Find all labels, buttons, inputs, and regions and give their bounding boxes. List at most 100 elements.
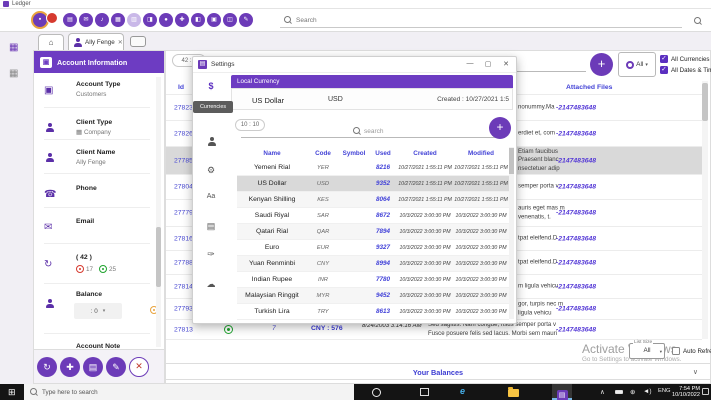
currency-used[interactable]: 9452 xyxy=(369,292,397,299)
currency-used[interactable]: 8994 xyxy=(369,260,397,267)
created-column-header[interactable]: Created xyxy=(397,150,453,157)
attached-files-column-header[interactable]: Attached Files xyxy=(566,84,612,91)
currency-row[interactable]: US Dollar USD 9352 10/27/2021 1:55:11 PM 10/… xyxy=(237,176,509,192)
balance-dropdown[interactable]: : 0 ▾ xyxy=(74,303,122,319)
toolbar-button[interactable]: ▦ xyxy=(111,13,125,27)
nav-search-icon[interactable]: ▦ xyxy=(9,68,18,79)
currency-used[interactable]: 7894 xyxy=(369,228,397,235)
chevron-down-icon[interactable]: ∨ xyxy=(693,368,698,376)
add-record-button[interactable]: + xyxy=(590,53,613,76)
toolbar-button[interactable]: ◨ xyxy=(143,13,157,27)
taskbar-search[interactable]: Type here to search xyxy=(24,384,354,400)
currency-filter-dropdown[interactable]: All ▾ xyxy=(618,52,656,77)
global-search-input[interactable] xyxy=(296,16,666,24)
close-button[interactable]: ✕ xyxy=(129,356,149,377)
upvote-count: 25 xyxy=(109,265,117,273)
currency-row[interactable]: Yuan Renminbi CNY 8994 10/3/2022 3:00:30 PM… xyxy=(237,256,509,272)
battery-icon[interactable] xyxy=(615,390,623,394)
users-nav-icon[interactable] xyxy=(207,137,216,146)
currency-used[interactable]: 9352 xyxy=(369,180,397,187)
modified-column-header[interactable]: Modified xyxy=(453,150,509,157)
toolbar-button[interactable]: ◧ xyxy=(191,13,205,27)
id-column-header[interactable]: Id xyxy=(178,84,184,91)
symbol-column-header[interactable]: Symbol xyxy=(339,150,369,157)
cloud-nav-icon[interactable]: ☁ xyxy=(193,279,229,290)
tray-expand-icon[interactable]: ∧ xyxy=(600,388,605,396)
notification-center-icon[interactable] xyxy=(702,388,709,395)
used-column-header[interactable]: Used xyxy=(369,150,397,157)
ledger-app-taskbar-icon[interactable]: ▤ xyxy=(552,384,572,400)
volume-icon[interactable]: ◄) xyxy=(643,388,652,395)
currency-row[interactable]: Turkish Lira TRY 8613 10/3/2022 3:00:30 PM 1… xyxy=(237,304,509,320)
your-balances-bar[interactable]: Your Balances ∨ xyxy=(166,363,710,380)
currency-modified: 10/3/2022 3:00:30 PM xyxy=(455,276,507,283)
field-value-text: Company xyxy=(83,129,111,136)
toolbar-button[interactable]: ♪ xyxy=(95,13,109,27)
panel-scrollbar[interactable] xyxy=(156,77,161,347)
records-scrollbar[interactable] xyxy=(702,81,708,339)
all-dates-checkbox[interactable]: ✓ xyxy=(660,66,668,74)
currency-row[interactable]: Yemeni Rial YER 8216 10/27/2021 1:55:11 PM 1… xyxy=(237,160,509,176)
local-currency-name: US Dollar xyxy=(252,96,285,105)
all-currencies-checkbox[interactable]: ✓ xyxy=(660,55,668,63)
currency-row[interactable]: Kenyan Shilling KES 8064 10/27/2021 1:55:11… xyxy=(237,192,509,208)
toolbar-button[interactable]: ▥ xyxy=(127,13,141,27)
edge-browser-icon[interactable]: e xyxy=(460,386,465,396)
currency-search[interactable]: search xyxy=(353,127,384,135)
currency-row[interactable]: Euro EUR 9327 10/3/2022 3:00:30 PM 10/3/2022… xyxy=(237,240,509,256)
add-currency-button[interactable]: + xyxy=(489,117,511,139)
toolbar-button[interactable]: ● xyxy=(159,13,173,27)
delete-button[interactable]: ▤ xyxy=(83,356,103,377)
edit-button[interactable]: ✎ xyxy=(106,356,126,377)
auto-refresh-checkbox[interactable]: ✓ xyxy=(672,347,680,355)
dialog-close-button[interactable]: ✕ xyxy=(500,60,512,68)
scrollbar-thumb[interactable] xyxy=(702,83,708,121)
currency-row[interactable]: Indian Rupee INR 7780 10/3/2022 3:00:30 PM 1… xyxy=(237,272,509,288)
document-nav-icon[interactable]: ▤ xyxy=(193,221,229,232)
new-tab-button[interactable] xyxy=(130,36,146,47)
cortana-icon[interactable] xyxy=(372,388,381,397)
currency-used[interactable]: 8216 xyxy=(369,164,397,171)
refresh-button[interactable]: ↻ xyxy=(37,356,57,377)
toolbar-button[interactable]: ✚ xyxy=(175,13,189,27)
alert-badge-icon[interactable] xyxy=(46,12,58,24)
dialog-scrollbar[interactable] xyxy=(509,147,514,319)
settings-gear-nav-icon[interactable]: ⚙ xyxy=(193,165,229,176)
currency-used[interactable]: 8064 xyxy=(369,196,397,203)
nav-accounts-icon[interactable]: ▦ xyxy=(9,42,18,53)
scrollbar-thumb[interactable] xyxy=(509,148,514,174)
toolbar-button[interactable]: ✉ xyxy=(79,13,93,27)
chevron-down-icon: ▾ xyxy=(645,61,648,68)
tab-ally-fenge[interactable]: Ally Fenge ✕ xyxy=(68,33,124,50)
file-explorer-icon[interactable] xyxy=(508,387,519,397)
pen-nav-icon[interactable]: ✑ xyxy=(193,249,229,260)
toolbar-button[interactable]: ▤ xyxy=(63,13,77,27)
currencies-nav-icon[interactable]: $ xyxy=(193,81,229,91)
toolbar-button[interactable]: ◫ xyxy=(223,13,237,27)
task-view-icon[interactable] xyxy=(420,388,429,396)
tab-close-icon[interactable]: ✕ xyxy=(118,39,123,46)
tab-home[interactable]: ⌂ xyxy=(38,34,64,50)
list-size-dropdown[interactable]: List Size All ▾ xyxy=(629,340,665,359)
name-column-header[interactable]: Name xyxy=(237,150,307,157)
currency-used[interactable]: 8672 xyxy=(369,212,397,219)
currency-used[interactable]: 7780 xyxy=(369,276,397,283)
search-icon[interactable] xyxy=(694,17,702,25)
add-button[interactable]: ✚ xyxy=(60,356,80,377)
status-ok-icon xyxy=(224,325,233,334)
start-button[interactable]: ⊞ xyxy=(8,387,16,398)
code-column-header[interactable]: Code xyxy=(307,150,339,157)
currency-used[interactable]: 8613 xyxy=(369,308,397,315)
toolbar-button[interactable]: ✎ xyxy=(239,13,253,27)
scrollbar-thumb[interactable] xyxy=(156,227,161,287)
currency-row[interactable]: Saudi Riyal SAR 8672 10/3/2022 3:00:30 PM 10… xyxy=(237,208,509,224)
taskbar-clock[interactable]: 7:54 PM 10/10/2022 xyxy=(668,386,700,398)
maximize-button[interactable]: ▢ xyxy=(482,60,494,68)
translate-nav-icon[interactable]: Aa xyxy=(193,193,229,200)
minimize-button[interactable]: — xyxy=(464,60,476,67)
currency-row[interactable]: Qatari Rial QAR 7894 10/3/2022 3:00:30 PM 10… xyxy=(237,224,509,240)
currency-row[interactable]: Malaysian Ringgit MYR 9452 10/3/2022 3:00:3… xyxy=(237,288,509,304)
currency-used[interactable]: 9327 xyxy=(369,244,397,251)
toolbar-button[interactable]: ▣ xyxy=(207,13,221,27)
network-icon[interactable]: ⊕ xyxy=(630,388,635,396)
